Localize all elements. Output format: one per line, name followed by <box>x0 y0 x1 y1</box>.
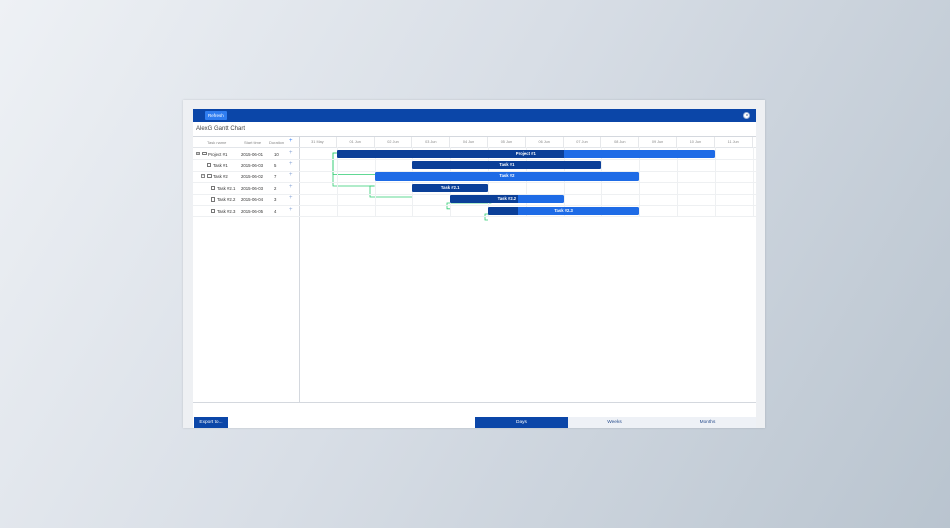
task-duration: 10 <box>274 151 279 157</box>
app-window: Refresh AlexG Gantt Chart Task name Star… <box>183 100 765 428</box>
file-icon <box>207 162 211 168</box>
task-duration: 2 <box>274 185 277 191</box>
folder-icon <box>202 151 207 156</box>
task-start: 2015-06-05 <box>241 208 263 214</box>
timeline-chart: 31 May 01 Jun 02 Jun 03 Jun 04 Jun 05 Jun 06 J… <box>299 136 756 403</box>
task-start: 2015-06-04 <box>241 197 263 203</box>
gantt-bar[interactable]: Task #1 <box>412 160 602 170</box>
task-name: Task #2.3 <box>217 208 236 214</box>
page-title: AlexG Gantt Chart <box>196 126 246 132</box>
task-start: 2015-06-02 <box>241 174 263 180</box>
task-name: Task #2.2 <box>217 197 236 203</box>
scale-weeks-button[interactable]: Weeks <box>568 417 661 428</box>
link-project-task2 <box>332 152 375 187</box>
grid-hline <box>299 216 756 218</box>
task-duration: 7 <box>274 174 277 180</box>
collapse-toggle-icon[interactable]: + <box>196 151 200 155</box>
task-name: Task #1 <box>213 162 228 168</box>
bar-label: Task #1 <box>499 161 515 167</box>
export-button[interactable]: Export to... <box>194 417 228 428</box>
task-name: Task #2.1 <box>217 185 236 191</box>
grid-hline <box>299 182 756 184</box>
task-grid: Task name Start time Duration + + Projec… <box>193 136 300 403</box>
header-duration[interactable]: Duration <box>269 140 284 145</box>
gantt-bar[interactable]: Task #2.1 <box>412 183 488 193</box>
scale-days-button[interactable]: Days <box>475 417 568 428</box>
task-start: 2015-06-01 <box>241 151 263 157</box>
add-subtask-button[interactable]: + <box>289 172 293 178</box>
user-avatar-icon[interactable] <box>743 111 750 119</box>
bar-label: Project #1 <box>515 150 536 156</box>
gantt-bar[interactable]: Task #2.2 <box>450 195 564 204</box>
bar-label: Task #2.2 <box>497 196 517 202</box>
grid-header: Task name Start time Duration + <box>193 137 299 148</box>
scale-months-button[interactable]: Months <box>661 417 754 428</box>
gantt-bar[interactable]: Task #2.3 <box>488 206 640 215</box>
add-task-button[interactable]: + <box>289 138 293 144</box>
bar-label: Task #2.1 <box>440 184 460 190</box>
task-start: 2015-06-03 <box>241 185 263 191</box>
header-task-name[interactable]: Task name <box>207 140 226 145</box>
task-row-task-2-3[interactable]: Task #2.3 2015-06-05 4 + <box>193 205 299 218</box>
bar-label: Task #2 <box>499 173 515 179</box>
gantt-bar[interactable]: Task #2 <box>374 172 640 181</box>
file-icon <box>211 197 215 202</box>
file-icon <box>211 185 215 191</box>
task-duration: 3 <box>274 197 277 203</box>
bar-label: Task #2.3 <box>554 207 573 213</box>
header-start-time[interactable]: Start time <box>244 140 261 145</box>
add-subtask-button[interactable]: + <box>289 150 293 156</box>
gantt-app: Refresh AlexG Gantt Chart Task name Star… <box>193 109 756 428</box>
task-name: Task #2 <box>213 174 228 180</box>
link-task2-task21 <box>369 185 412 198</box>
top-bar: Refresh <box>193 109 756 122</box>
divider <box>193 402 756 403</box>
scale-switcher: Days Weeks Months <box>475 417 756 428</box>
gantt-bar[interactable]: Project #1 <box>336 149 715 158</box>
task-duration: 4 <box>274 208 277 214</box>
task-start: 2015-06-03 <box>241 162 263 168</box>
folder-icon <box>207 174 212 178</box>
add-subtask-button[interactable]: + <box>289 195 293 201</box>
refresh-button[interactable]: Refresh <box>205 111 227 120</box>
add-subtask-button[interactable]: + <box>289 207 293 213</box>
add-subtask-button[interactable]: + <box>289 161 293 167</box>
add-subtask-button[interactable]: + <box>289 184 293 190</box>
task-duration: 5 <box>274 162 277 168</box>
collapse-toggle-icon[interactable]: − <box>201 174 205 178</box>
file-icon <box>211 208 215 214</box>
task-name: Project #1 <box>208 151 228 157</box>
